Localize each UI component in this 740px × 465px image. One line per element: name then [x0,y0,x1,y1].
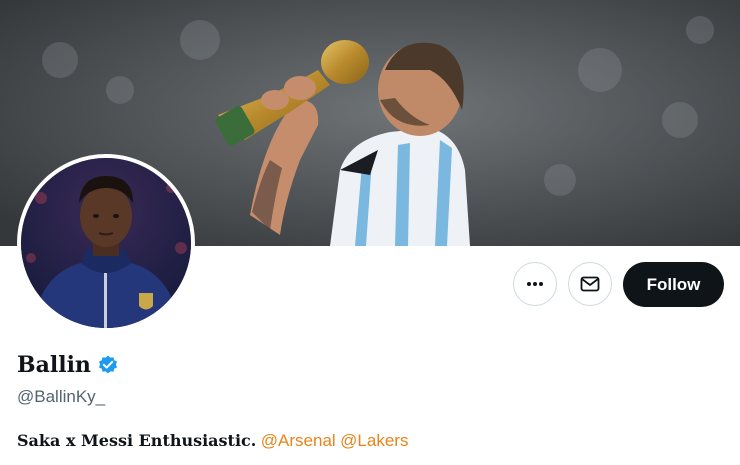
display-name: Ballin [17,352,91,378]
more-horizontal-icon [527,282,543,286]
more-options-button[interactable] [513,262,557,306]
mail-icon [580,276,600,292]
verified-badge-icon[interactable] [97,354,119,376]
mention-link-arsenal[interactable]: @Arsenal [261,431,336,450]
message-button[interactable] [568,262,612,306]
follow-button[interactable]: Follow [623,262,724,307]
avatar-photo [21,158,191,328]
bio-text: Saka x Messi Enthusiastic. [17,431,257,450]
mention-link-lakers[interactable]: @Lakers [340,431,408,450]
profile-avatar[interactable] [17,154,195,332]
profile-page: Follow Ballin @BallinKy_ Saka x Messi En… [0,0,740,465]
display-name-row: Ballin [17,352,119,378]
profile-bio: Saka x Messi Enthusiastic. @Arsenal @Lak… [17,431,408,451]
user-handle: @BallinKy_ [17,387,106,406]
